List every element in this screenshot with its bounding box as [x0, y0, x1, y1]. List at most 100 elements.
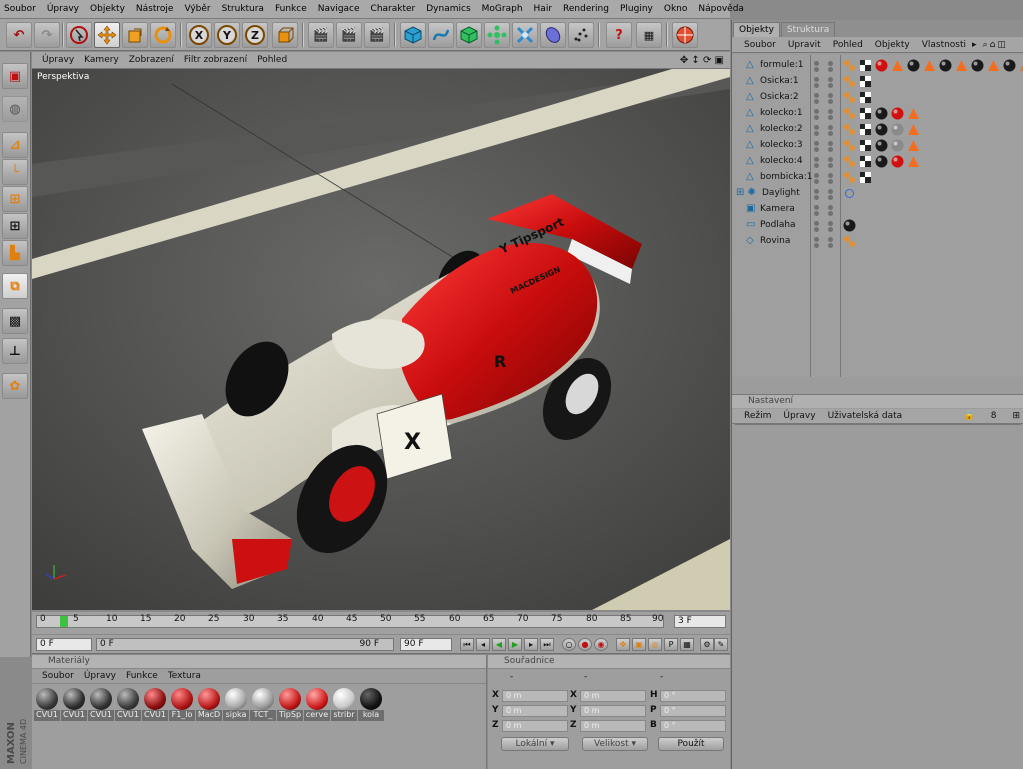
web-button[interactable]	[672, 22, 698, 48]
object-menu-upravit[interactable]: Upravit	[788, 40, 821, 50]
object-name[interactable]: formule:1	[760, 60, 803, 70]
texture-tag-icon[interactable]	[859, 59, 872, 72]
material-slot[interactable]: TipSp	[277, 687, 303, 723]
goto-end-button[interactable]: ⏭	[540, 638, 554, 651]
scale-button[interactable]	[122, 22, 148, 48]
menu-upravy[interactable]: Úpravy	[47, 4, 79, 14]
visibility-dot[interactable]	[828, 243, 833, 248]
visibility-dot[interactable]	[814, 131, 819, 136]
model-tool-button[interactable]: ◍	[2, 96, 28, 122]
redo-button[interactable]: ↷	[34, 22, 60, 48]
viewport-mode-button[interactable]: ▣	[2, 63, 28, 89]
texture-tag-icon[interactable]	[859, 107, 872, 120]
undo-button[interactable]: ↶	[6, 22, 32, 48]
object-row[interactable]: △ kolecko:3	[732, 138, 1023, 154]
tab-struktura[interactable]: Struktura	[780, 22, 836, 37]
object-name[interactable]: bombicka:1	[760, 172, 812, 182]
goto-start-button[interactable]: ⏮	[460, 638, 474, 651]
material-tag-icon[interactable]	[891, 139, 904, 152]
visibility-dot[interactable]	[814, 109, 819, 114]
size-x-field[interactable]: 0 m	[580, 690, 646, 702]
material-slot[interactable]: cerve	[304, 687, 330, 723]
visibility-dot[interactable]	[828, 125, 833, 130]
texture-tag-icon[interactable]	[859, 75, 872, 88]
visibility-dot[interactable]	[814, 227, 819, 232]
home-icon[interactable]: ⌂	[990, 40, 996, 50]
visibility-dot[interactable]	[814, 141, 819, 146]
lock-icon[interactable]: 🔒	[964, 411, 975, 421]
object-name[interactable]: Kamera	[760, 204, 795, 214]
attr-menu-uzivatelska[interactable]: Uživatelská data	[828, 411, 903, 421]
target-tag-icon[interactable]	[843, 187, 856, 200]
visibility-dot[interactable]	[814, 83, 819, 88]
scene-button[interactable]	[540, 22, 566, 48]
visibility-dot[interactable]	[828, 163, 833, 168]
visibility-dot[interactable]	[814, 205, 819, 210]
viewport-menu-filtr[interactable]: Filtr zobrazení	[184, 55, 247, 65]
size-mode-dropdown[interactable]: Velikost ▾	[582, 737, 648, 751]
object-menu-pohled[interactable]: Pohled	[833, 40, 863, 50]
visibility-dot[interactable]	[828, 211, 833, 216]
menu-vyber[interactable]: Výběr	[184, 4, 210, 14]
phong-tag-icon[interactable]	[907, 155, 920, 168]
phong-tag-icon[interactable]	[907, 107, 920, 120]
prev-frame-button[interactable]: ◂	[476, 638, 490, 651]
material-tag-icon[interactable]	[891, 155, 904, 168]
key-rotation-button[interactable]: ◎	[648, 638, 662, 651]
menu-hair[interactable]: Hair	[534, 4, 552, 14]
object-name[interactable]: kolecko:1	[760, 108, 803, 118]
visibility-dot[interactable]	[828, 157, 833, 162]
cube-primitive-button[interactable]	[400, 22, 426, 48]
object-row[interactable]: ▣ Kamera	[732, 202, 1023, 218]
material-tag-icon[interactable]	[875, 59, 888, 72]
uvw-tag-icon[interactable]	[843, 171, 856, 184]
phong-tag-icon[interactable]	[1019, 59, 1023, 72]
apply-button[interactable]: Použít	[658, 737, 724, 751]
object-name[interactable]: Osicka:2	[760, 92, 799, 102]
deformer-button[interactable]	[512, 22, 538, 48]
rotate-button[interactable]	[150, 22, 176, 48]
menu-mograph[interactable]: MoGraph	[482, 4, 523, 14]
object-row[interactable]: ▭ Podlaha	[732, 218, 1023, 234]
visibility-dot[interactable]	[814, 221, 819, 226]
soft-selection-button[interactable]: ✿	[2, 373, 28, 399]
object-menu-objekty[interactable]: Objekty	[875, 40, 910, 50]
object-row[interactable]: △ Osicka:2	[732, 90, 1023, 106]
object-name[interactable]: Rovina	[760, 236, 790, 246]
visibility-dot[interactable]	[814, 211, 819, 216]
material-slot[interactable]: F1_lo	[169, 687, 195, 723]
points-mode-button[interactable]: ⊞	[2, 186, 28, 212]
visibility-dot[interactable]	[828, 205, 833, 210]
menu-pluginy[interactable]: Pluginy	[620, 4, 653, 14]
position-y-field[interactable]: 0 m	[502, 705, 568, 717]
menu-napoveda[interactable]: Nápověda	[698, 4, 744, 14]
play-backward-button[interactable]: ◀	[492, 638, 506, 651]
uv-mode-button[interactable]: ⧉	[2, 273, 28, 299]
material-slot[interactable]: TCT_	[250, 687, 276, 723]
move-button[interactable]	[94, 22, 120, 48]
visibility-dot[interactable]	[814, 115, 819, 120]
object-list[interactable]: △ formule:1 △ Osicka:1 △ Osicka:2 △ kolecko:1 △ k…	[732, 55, 1023, 425]
new-window-icon[interactable]: ◫	[997, 40, 1006, 50]
object-row[interactable]: ⊞ ✺ Daylight	[732, 186, 1023, 202]
rotation-b-field[interactable]: 0 °	[660, 720, 726, 732]
visibility-dot[interactable]	[828, 109, 833, 114]
menu-struktura[interactable]: Struktura	[222, 4, 264, 14]
object-row[interactable]: ◇ Rovina	[732, 234, 1023, 250]
coordinate-system-button[interactable]	[272, 22, 298, 48]
menu-funkce[interactable]: Funkce	[275, 4, 307, 14]
timeline-options-button[interactable]: ⚙	[700, 638, 714, 651]
texture-mode-button[interactable]: ▩	[2, 308, 28, 334]
phong-tag-icon[interactable]	[987, 59, 1000, 72]
visibility-dot[interactable]	[814, 125, 819, 130]
array-button[interactable]	[484, 22, 510, 48]
object-name[interactable]: kolecko:4	[760, 156, 803, 166]
menu-charakter[interactable]: Charakter	[371, 4, 416, 14]
material-menu-soubor[interactable]: Soubor	[42, 671, 74, 681]
rotation-h-field[interactable]: 0 °	[660, 690, 726, 702]
preview-range-slider[interactable]: 0 F 90 F	[96, 638, 394, 651]
tab-objekty[interactable]: Objekty	[733, 22, 780, 37]
phong-tag-icon[interactable]	[907, 139, 920, 152]
material-tag-icon[interactable]	[843, 219, 856, 232]
object-row[interactable]: △ formule:1	[732, 58, 1023, 74]
